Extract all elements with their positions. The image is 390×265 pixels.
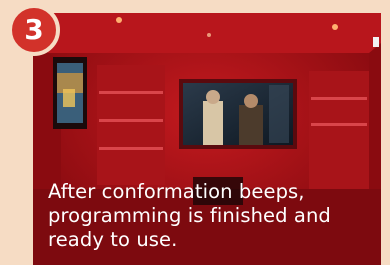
side-tv-icon: [53, 57, 87, 129]
step-caption: After conformation beeps, programming is…: [48, 180, 331, 251]
step-card: 3 After conformation beeps, programming …: [0, 0, 390, 265]
step-number-badge: 3: [8, 4, 60, 56]
main-tv-icon: [179, 79, 297, 149]
